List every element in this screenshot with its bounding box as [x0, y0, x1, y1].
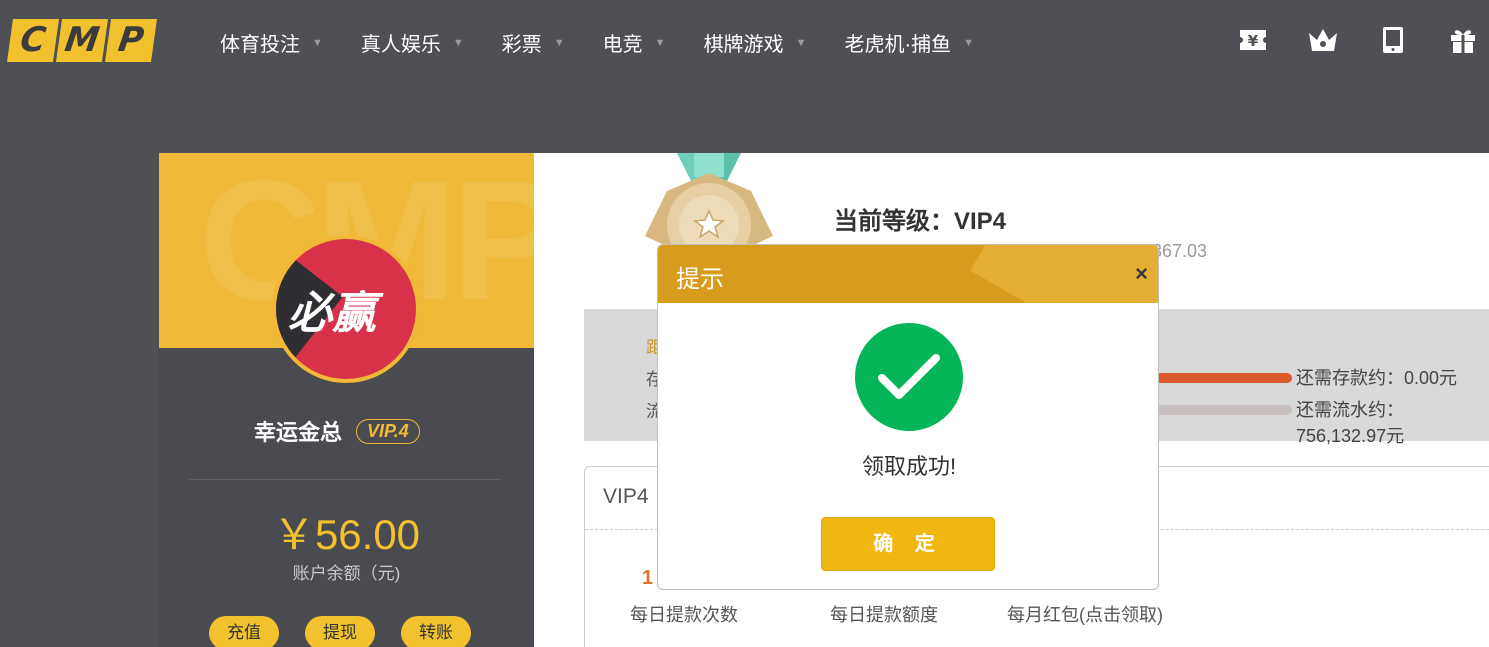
close-icon[interactable]: × [1135, 261, 1148, 287]
deposit-needed: 还需存款约：0.00元 [1296, 368, 1458, 388]
header-sheen [970, 245, 1158, 303]
nav-live-casino[interactable]: 真人娱乐 ▼ [361, 28, 464, 57]
nav-card-games[interactable]: 棋牌游戏 ▼ [704, 28, 807, 57]
label-monthly-red-packet[interactable]: 每月红包(点击领取) [1007, 601, 1163, 627]
dialog-title: 提示 [676, 266, 724, 293]
chevron-down-icon: ▼ [312, 36, 323, 49]
top-navbar: C M P 体育投注 ▼ 真人娱乐 ▼ 彩票 ▼ 电竞 ▼ 棋牌游戏 ▼ 老虎机·捕鱼 ▼ … [0, 0, 1489, 82]
nav-label: 真人娱乐 [360, 34, 441, 56]
current-level: 当前等级：VIP4 [834, 208, 1007, 235]
dialog-header: 提示 × [658, 245, 1158, 303]
confirm-button[interactable]: 确 定 [821, 517, 995, 571]
success-dialog: 提示 × 领取成功! 确 定 [657, 244, 1159, 590]
turnover-progress-bar [1144, 405, 1292, 415]
voucher-icon[interactable]: ¥ [1237, 24, 1269, 56]
username: 幸运金总 [254, 420, 343, 445]
label-daily-withdraw-count: 每日提款次数 [630, 605, 738, 625]
svg-text:¥: ¥ [1248, 32, 1259, 50]
chevron-down-icon: ▼ [553, 36, 565, 49]
nav-label: 老虎机·捕鱼 [844, 34, 952, 56]
success-check-icon [855, 323, 963, 431]
nav-label: 棋牌游戏 [703, 34, 784, 56]
logo-letter-p: P [104, 19, 158, 62]
medal-icon [645, 153, 773, 253]
level-sub-text: 367.03 [1152, 241, 1208, 261]
header-icons: ¥ [1237, 24, 1479, 56]
profile-panel: CMP 必赢 幸运金总 VIP.4 ￥56.00 账户余额（元) 充值 提现 转… [159, 153, 534, 647]
main-nav: 体育投注 ▼ 真人娱乐 ▼ 彩票 ▼ 电竞 ▼ 棋牌游戏 ▼ 老虎机·捕鱼 ▼ [220, 28, 1012, 57]
deposit-button[interactable]: 充值 [209, 616, 279, 647]
balance-label: 账户余额（元) [292, 564, 401, 583]
privilege-value: 1 [642, 567, 654, 589]
nav-label: 彩票 [501, 34, 542, 56]
account-actions: 充值 提现 转账 [209, 616, 471, 647]
withdraw-button[interactable]: 提现 [305, 616, 375, 647]
logo-letter-c: C [6, 19, 60, 62]
nav-label: 电竞 [602, 34, 643, 56]
turnover-needed: 还需流水约：756,132.97元 [1296, 400, 1405, 446]
gift-icon[interactable] [1447, 24, 1479, 56]
nav-label: 体育投注 [220, 34, 300, 56]
vip-badge: VIP.4 [356, 418, 420, 444]
crown-icon[interactable] [1307, 24, 1339, 56]
cmp-logo[interactable]: C M P [6, 19, 158, 62]
chevron-down-icon: ▼ [963, 36, 975, 49]
account-balance: ￥56.00 [272, 511, 421, 558]
transfer-button[interactable]: 转账 [401, 616, 471, 647]
chevron-down-icon: ▼ [795, 36, 807, 49]
privilege-header: VIP4 [603, 485, 649, 508]
dialog-message: 领取成功! [861, 454, 957, 479]
user-name-row: 幸运金总 VIP.4 [254, 415, 420, 447]
nav-slots-fishing[interactable]: 老虎机·捕鱼 ▼ [844, 28, 974, 57]
avatar-image: 必赢 [276, 239, 416, 379]
chevron-down-icon: ▼ [654, 36, 666, 49]
nav-sports-betting[interactable]: 体育投注 ▼ [220, 28, 323, 57]
tablet-icon[interactable] [1377, 24, 1409, 56]
nav-esports[interactable]: 电竞 ▼ [603, 28, 666, 57]
deposit-progress-bar [1144, 373, 1292, 383]
chevron-down-icon: ▼ [452, 36, 464, 49]
avatar[interactable]: 必赢 [272, 235, 420, 383]
label-daily-withdraw-limit: 每日提款额度 [830, 605, 938, 625]
divider [189, 479, 501, 480]
avatar-text: 必赢 [288, 289, 376, 338]
logo-letter-m: M [55, 19, 109, 62]
nav-lottery[interactable]: 彩票 ▼ [502, 28, 565, 57]
